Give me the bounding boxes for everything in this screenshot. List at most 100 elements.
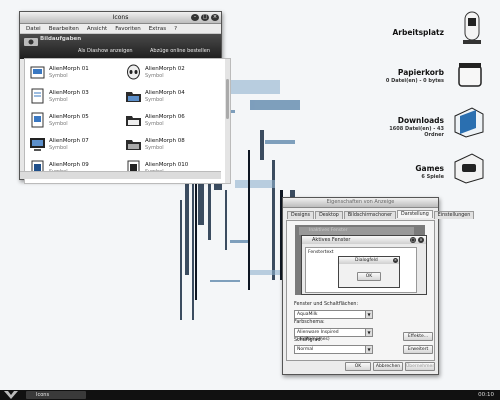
scrollbar[interactable]	[225, 59, 230, 183]
monitor-icon	[30, 138, 45, 151]
item-name: AlienMorph 04	[145, 90, 185, 96]
recycle-bin-icon	[458, 63, 482, 87]
message-box-preview: Dialogfeld × OK	[338, 256, 400, 288]
close-icon[interactable]: ×	[211, 14, 219, 21]
scrollbar-thumb[interactable]	[226, 79, 229, 119]
item-type: Symbol	[145, 97, 164, 103]
maximize-icon[interactable]: □	[201, 14, 209, 21]
chevron-down-icon: ▼	[365, 311, 372, 318]
font-size-select[interactable]: Normal ▼	[294, 345, 373, 354]
task-order-prints[interactable]: Abzüge online bestellen	[150, 48, 210, 54]
list-item[interactable]: AlienMorph 02 Symbol	[123, 63, 215, 83]
list-item[interactable]: AlienMorph 05 Symbol	[27, 111, 119, 131]
dialog-title: Eigenschaften von Anzeige	[326, 199, 395, 205]
task-panel-title: Bildaufgaben	[40, 36, 82, 42]
item-name: AlienMorph 02	[145, 66, 185, 72]
menu-extras[interactable]: Extras	[145, 24, 170, 33]
desktop-icon-label: Games	[415, 164, 444, 173]
item-type: Symbol	[145, 145, 164, 151]
document-icon	[31, 112, 44, 128]
item-name: AlienMorph 03	[49, 90, 89, 96]
start-logo-icon[interactable]	[4, 391, 18, 399]
style-select[interactable]: AquaMilk ▼	[294, 310, 373, 319]
item-name: AlienMorph 05	[49, 114, 89, 120]
effects-button[interactable]: Effekte...	[403, 332, 433, 341]
desktop-icon-sub: 0 Datei(en) - 0 bytes	[385, 78, 444, 84]
menu-ansicht[interactable]: Ansicht	[83, 24, 111, 33]
document-icon	[31, 88, 44, 104]
folder-icon	[126, 92, 141, 102]
folder-icon	[126, 116, 141, 126]
item-type: Symbol	[145, 73, 164, 79]
desktop-icon-downloads[interactable]: Downloads 1608 Datei(en) - 43 Ordner	[384, 104, 494, 144]
item-name: AlienMorph 07	[49, 138, 89, 144]
file-icon	[30, 66, 45, 79]
item-type: Symbol	[49, 73, 68, 79]
downloads-folder-icon	[454, 107, 484, 138]
titlebar[interactable]: Icons – □ ×	[20, 12, 221, 24]
list-item[interactable]: AlienMorph 06 Symbol	[123, 111, 215, 131]
icons-window: Icons – □ × Datei Bearbeiten Ansicht Fav…	[19, 11, 231, 184]
list-item[interactable]: AlienMorph 03 Symbol	[27, 87, 119, 107]
minimize-icon[interactable]: –	[191, 14, 199, 21]
scheme-select[interactable]: Alienware Inspired (digitalnames) ▼	[294, 328, 373, 342]
desktop-icon-papierkorb[interactable]: Papierkorb 0 Datei(en) - 0 bytes	[384, 56, 494, 96]
list-item[interactable]: AlienMorph 07 Symbol	[27, 135, 119, 155]
alien-icon	[127, 64, 140, 80]
desktop-icon-label: Downloads	[397, 116, 444, 125]
active-window-preview: Aktives Fenster × □ Fenstertext Dialogfe…	[301, 235, 427, 295]
inactive-window-title: Inaktives Fenster	[309, 228, 348, 233]
computer-icon	[463, 11, 481, 44]
item-type: Symbol	[145, 121, 164, 127]
ok-button[interactable]: OK	[345, 362, 371, 371]
tab-designs[interactable]: Designs	[287, 211, 315, 219]
item-type: Symbol	[49, 145, 68, 151]
apply-button[interactable]: Übernehmen	[405, 362, 435, 371]
titlebar[interactable]: Eigenschaften von Anzeige	[283, 198, 438, 208]
menu-bearbeiten[interactable]: Bearbeiten	[45, 24, 83, 33]
cancel-button[interactable]: Abbrechen	[373, 362, 403, 371]
desktop-icon-label: Papierkorb	[397, 68, 444, 77]
close-icon: ×	[418, 237, 424, 243]
taskbar-button-label: Icons	[36, 392, 50, 398]
desktop-icon-sub: 1608 Datei(en) - 43 Ordner	[389, 126, 444, 138]
desktop-icon-label: Arbeitsplatz	[392, 28, 444, 37]
task-slideshow[interactable]: Als Diashow anzeigen	[78, 48, 133, 54]
item-type: Symbol	[49, 121, 68, 127]
font-size-value: Normal	[297, 347, 314, 352]
item-type: Symbol	[49, 97, 68, 103]
item-name: AlienMorph 010	[145, 162, 189, 168]
tab-desktop[interactable]: Desktop	[315, 211, 343, 219]
appearance-panel: Inaktives Fenster Aktives Fenster × □ Fe…	[286, 220, 435, 361]
advanced-button[interactable]: Erweitert	[403, 345, 433, 354]
tab-appearance[interactable]: Darstellung	[397, 210, 433, 218]
menu-help[interactable]: ?	[170, 24, 181, 33]
list-item[interactable]: AlienMorph 08 Symbol	[123, 135, 215, 155]
preview-ok-button: OK	[357, 272, 381, 281]
status-bar	[20, 171, 221, 179]
taskbar: Icons 00:10	[0, 390, 500, 400]
style-value: AquaMilk	[297, 312, 318, 317]
clock: 00:10	[478, 392, 494, 398]
tab-screensaver[interactable]: Bildschirmschoner	[343, 211, 397, 219]
list-item[interactable]: AlienMorph 04 Symbol	[123, 87, 215, 107]
display-properties-dialog: Eigenschaften von Anzeige Designs Deskto…	[282, 197, 475, 375]
message-box-title: Dialogfeld	[355, 258, 378, 263]
item-name: AlienMorph 08	[145, 138, 185, 144]
desktop-icon-sub: 6 Spiele	[421, 174, 444, 180]
desktop-icon-arbeitsplatz[interactable]: Arbeitsplatz	[384, 8, 494, 48]
taskbar-button-icons[interactable]: Icons	[26, 391, 86, 399]
item-name: AlienMorph 01	[49, 66, 89, 72]
tab-settings[interactable]: Einstellungen	[433, 211, 475, 219]
menu-datei[interactable]: Datei	[22, 24, 45, 33]
item-name: AlienMorph 06	[145, 114, 185, 120]
tab-strip: Designs Desktop Bildschirmschoner Darste…	[287, 210, 475, 219]
style-label: Fenster und Schaltflächen:	[294, 302, 359, 307]
games-folder-icon	[454, 153, 484, 184]
appearance-preview: Inaktives Fenster Aktives Fenster × □ Fe…	[295, 225, 427, 295]
inactive-window-preview: Inaktives Fenster	[299, 227, 414, 235]
maximize-icon: □	[410, 237, 416, 243]
list-item[interactable]: AlienMorph 01 Symbol	[27, 63, 119, 83]
desktop-icon-games[interactable]: Games 6 Spiele	[384, 150, 494, 190]
menu-favoriten[interactable]: Favoriten	[111, 24, 144, 33]
